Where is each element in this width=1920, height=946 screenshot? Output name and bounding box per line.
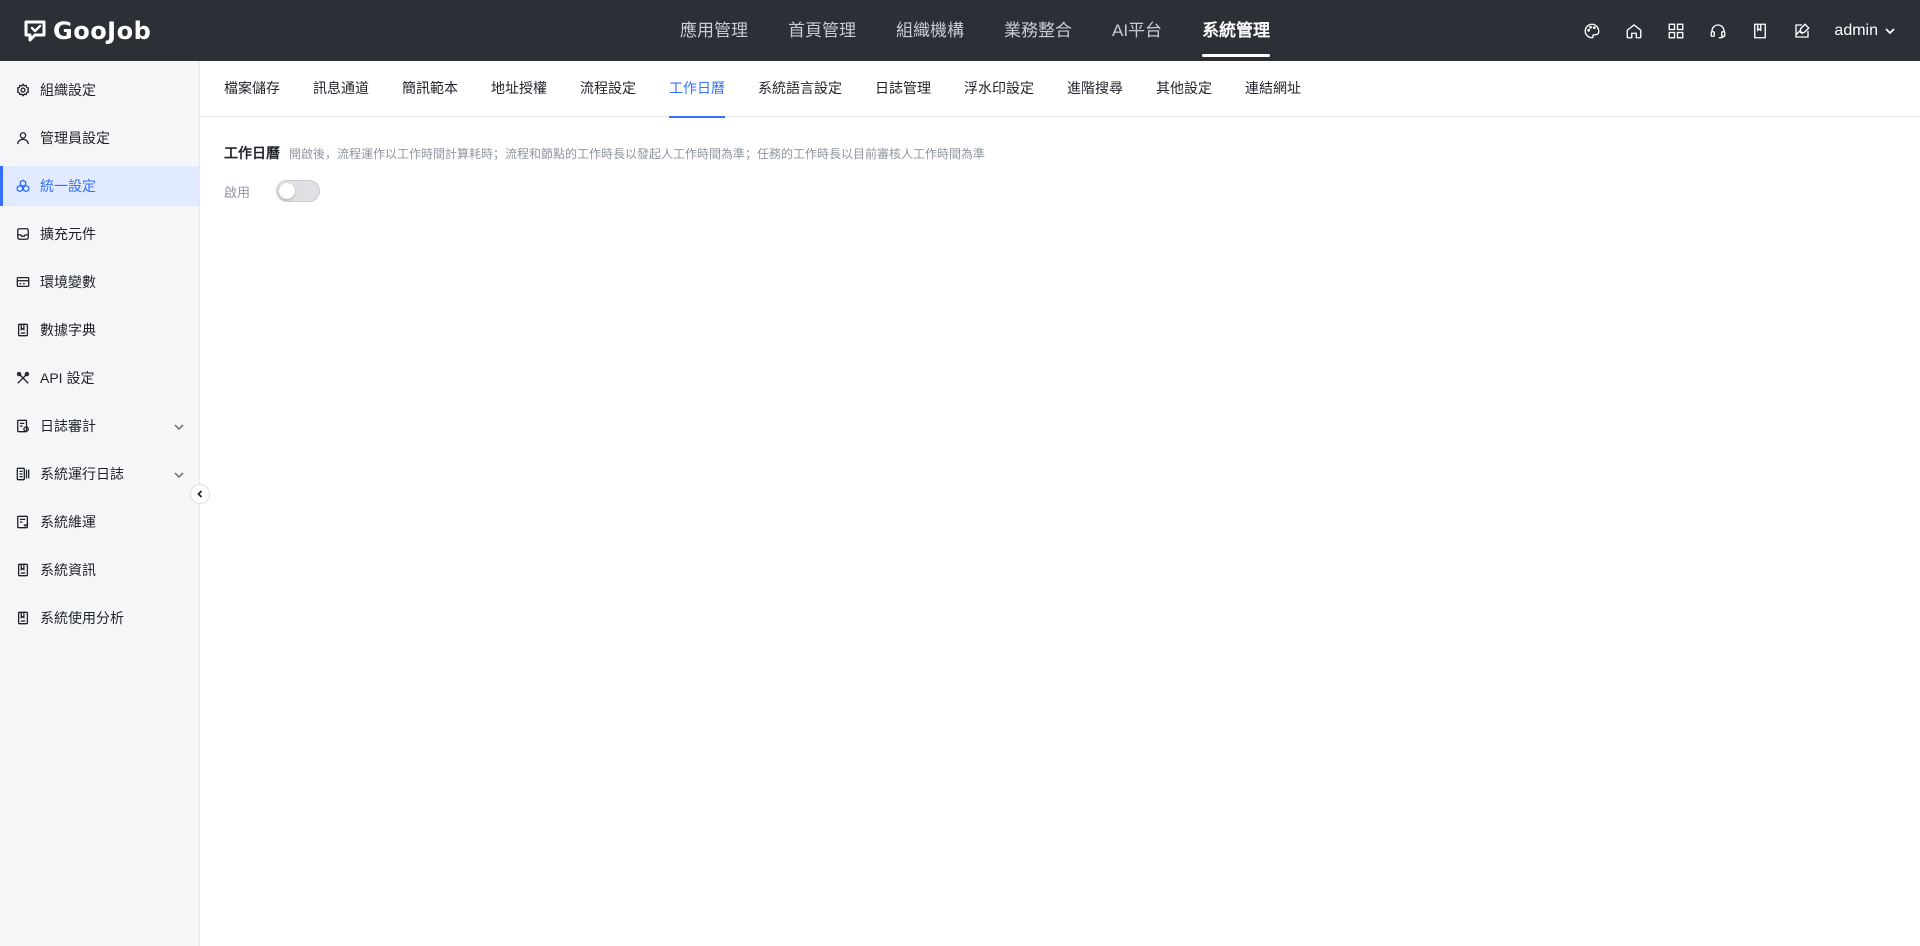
maintenance-icon xyxy=(16,515,30,529)
sidebar-item-extensions[interactable]: 擴充元件 xyxy=(0,214,199,254)
sidebar-item-label: 統一設定 xyxy=(40,178,96,194)
chevron-down-icon[interactable] xyxy=(173,468,185,480)
brand-logo[interactable]: GooJob xyxy=(23,16,151,46)
logo-icon xyxy=(24,20,46,42)
topnav-app-management[interactable]: 應用管理 xyxy=(660,0,768,61)
enable-label: 啟用 xyxy=(224,184,251,200)
sidebar-item-label: 日誌審計 xyxy=(40,418,96,434)
sidebar: 組織設定 管理員設定 統一設定 擴充元件 環境變數 數據字典 API 設定 日誌… xyxy=(0,61,200,946)
sidebar-item-label: 系統使用分析 xyxy=(40,610,124,626)
inbox-icon xyxy=(16,227,30,241)
audit-log-icon xyxy=(16,419,30,433)
section-description: 開啟後，流程運作以工作時間計算耗時；流程和節點的工作時長以發起人工作時間為準；任… xyxy=(289,147,986,161)
toggle-knob xyxy=(279,183,295,199)
tab-log-management[interactable]: 日誌管理 xyxy=(875,61,931,117)
tab-advanced-search[interactable]: 進階搜尋 xyxy=(1067,61,1123,117)
tab-file-storage[interactable]: 檔案儲存 xyxy=(224,61,280,117)
sidebar-item-label: 系統運行日誌 xyxy=(40,466,124,482)
sidebar-item-api-settings[interactable]: API 設定 xyxy=(0,358,199,398)
sidebar-item-usage-analysis[interactable]: 系統使用分析 xyxy=(0,598,199,638)
sidebar-item-log-audit[interactable]: 日誌審計 xyxy=(0,406,199,446)
header-actions: admin xyxy=(1582,0,1896,61)
analysis-doc-icon xyxy=(16,611,30,625)
tab-watermark-settings[interactable]: 浮水印設定 xyxy=(964,61,1034,117)
sidebar-item-unified-settings[interactable]: 統一設定 xyxy=(0,166,199,206)
topnav-organization[interactable]: 組織機構 xyxy=(876,0,984,61)
info-doc-icon xyxy=(16,563,30,577)
topnav-system-management[interactable]: 系統管理 xyxy=(1182,0,1290,61)
sidebar-item-label: 管理員設定 xyxy=(40,130,110,146)
topnav-business-integration[interactable]: 業務整合 xyxy=(984,0,1092,61)
sidebar-item-data-dictionary[interactable]: 數據字典 xyxy=(0,310,199,350)
settings-tabs: 檔案儲存 訊息通道 簡訊範本 地址授權 流程設定 工作日曆 系統語言設定 日誌管… xyxy=(201,61,1920,118)
topnav-ai-platform[interactable]: AI平台 xyxy=(1092,0,1182,61)
chevron-left-icon xyxy=(197,490,203,498)
section-header: 工作日曆 開啟後，流程運作以工作時間計算耗時；流程和節點的工作時長以發起人工作時… xyxy=(224,143,985,163)
tools-icon xyxy=(16,371,30,385)
sidebar-collapse-button[interactable] xyxy=(190,484,210,504)
card-icon xyxy=(16,275,30,289)
section-title: 工作日曆 xyxy=(224,145,280,161)
top-bar: GooJob 應用管理 首頁管理 組織機構 業務整合 AI平台 系統管理 adm… xyxy=(0,0,1920,61)
cubes-icon xyxy=(16,179,30,193)
sidebar-item-system-maintenance[interactable]: 系統維運 xyxy=(0,502,199,542)
sidebar-item-label: 數據字典 xyxy=(40,322,96,338)
tab-workflow-settings[interactable]: 流程設定 xyxy=(580,61,636,117)
tab-link-urls[interactable]: 連結網址 xyxy=(1245,61,1301,117)
apps-grid-icon[interactable] xyxy=(1666,21,1686,41)
tab-work-calendar[interactable]: 工作日曆 xyxy=(669,61,725,118)
chevron-down-icon xyxy=(1885,27,1895,34)
edit-image-icon[interactable] xyxy=(1792,21,1812,41)
user-icon xyxy=(16,131,30,145)
user-menu[interactable]: admin xyxy=(1834,22,1896,40)
sidebar-item-label: 系統資訊 xyxy=(40,562,96,578)
sidebar-item-system-run-log[interactable]: 系統運行日誌 xyxy=(0,454,199,494)
topnav-home-management[interactable]: 首頁管理 xyxy=(768,0,876,61)
book-icon xyxy=(16,323,30,337)
tab-address-authorization[interactable]: 地址授權 xyxy=(491,61,547,117)
gear-icon xyxy=(16,83,30,97)
sidebar-item-organization-settings[interactable]: 組織設定 xyxy=(0,70,199,110)
sidebar-item-admin-settings[interactable]: 管理員設定 xyxy=(0,118,199,158)
book-icon[interactable] xyxy=(1750,21,1770,41)
user-name: admin xyxy=(1834,21,1878,39)
tab-sms-template[interactable]: 簡訊範本 xyxy=(402,61,458,117)
run-log-icon xyxy=(16,467,30,481)
enable-row: 啟用 xyxy=(224,180,320,202)
palette-icon[interactable] xyxy=(1582,21,1602,41)
sidebar-item-label: 環境變數 xyxy=(40,274,96,290)
sidebar-item-label: 擴充元件 xyxy=(40,226,96,242)
sidebar-item-system-info[interactable]: 系統資訊 xyxy=(0,550,199,590)
sidebar-item-environment-variables[interactable]: 環境變數 xyxy=(0,262,199,302)
tab-other-settings[interactable]: 其他設定 xyxy=(1156,61,1212,117)
sidebar-item-label: 組織設定 xyxy=(40,82,96,98)
sidebar-item-label: API 設定 xyxy=(40,370,95,386)
home-icon[interactable] xyxy=(1624,21,1644,41)
chevron-down-icon[interactable] xyxy=(173,420,185,432)
top-nav: 應用管理 首頁管理 組織機構 業務整合 AI平台 系統管理 xyxy=(660,0,1290,61)
tab-message-channel[interactable]: 訊息通道 xyxy=(313,61,369,117)
tab-language-settings[interactable]: 系統語言設定 xyxy=(758,61,842,117)
enable-toggle[interactable] xyxy=(276,180,320,202)
brand-name: GooJob xyxy=(53,17,152,45)
sidebar-item-label: 系統維運 xyxy=(40,514,96,530)
support-headset-icon[interactable] xyxy=(1708,21,1728,41)
